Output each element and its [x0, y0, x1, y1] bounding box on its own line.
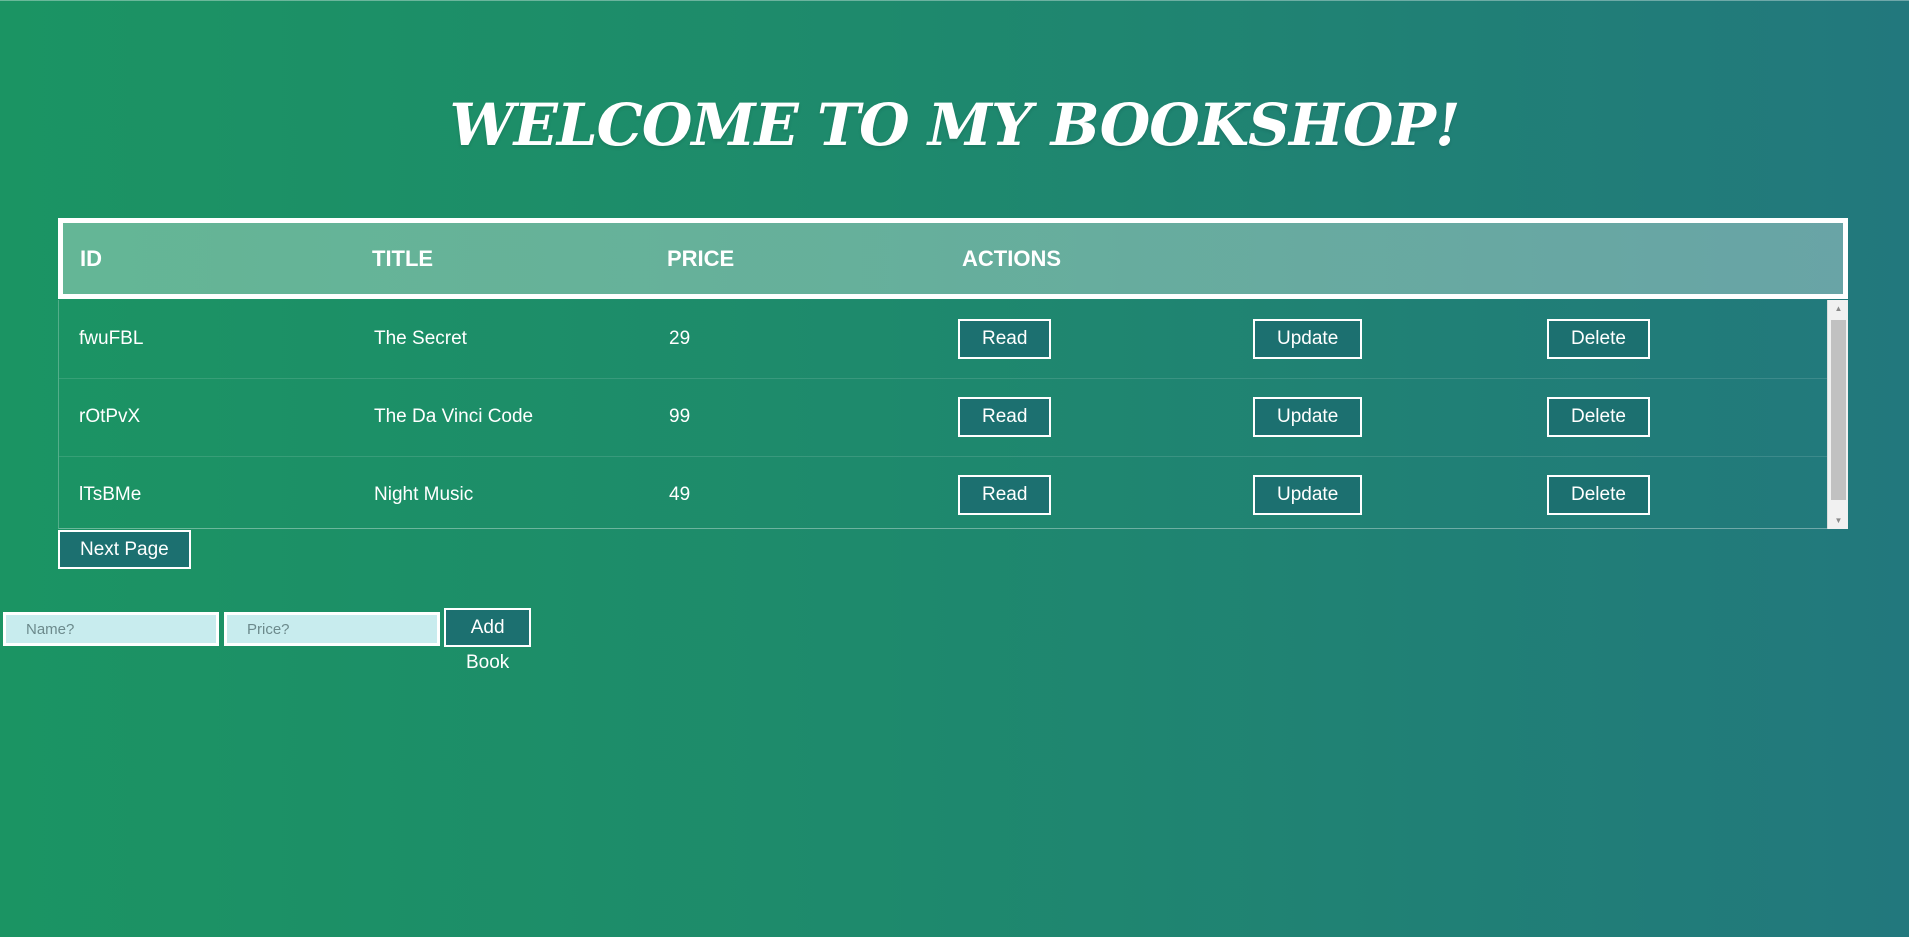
delete-cell: Delete: [1533, 397, 1827, 437]
read-button[interactable]: Read: [958, 397, 1052, 437]
page-title: WELCOME TO MY BOOKSHOP!: [449, 91, 1461, 159]
table-row: lTsBMe Night Music 49 Read Update Delete: [59, 456, 1827, 528]
cell-id: fwuFBL: [79, 328, 144, 349]
column-header-id: ID: [80, 245, 102, 271]
cell-title: The Da Vinci Code: [374, 406, 534, 427]
read-cell: Read: [944, 397, 1239, 437]
price-input[interactable]: [224, 612, 440, 646]
table-header: ID TITLE PRICE ACTIONS: [58, 218, 1848, 299]
cell-price: 99: [669, 406, 691, 427]
read-cell: Read: [944, 319, 1239, 359]
delete-button[interactable]: Delete: [1547, 319, 1650, 359]
update-cell: Update: [1239, 319, 1533, 359]
delete-button[interactable]: Delete: [1547, 397, 1650, 437]
column-header-actions: ACTIONS: [962, 245, 1061, 271]
books-table: ID TITLE PRICE ACTIONS fwuFBL The Secret…: [58, 218, 1848, 529]
cell-title: Night Music: [374, 484, 474, 505]
update-cell: Update: [1239, 397, 1533, 437]
table-row: fwuFBL The Secret 29 Read Update Delete: [59, 300, 1827, 379]
delete-cell: Delete: [1533, 475, 1827, 515]
column-header-title: TITLE: [372, 245, 434, 271]
delete-cell: Delete: [1533, 319, 1827, 359]
cell-title: The Secret: [374, 328, 467, 349]
update-button[interactable]: Update: [1253, 397, 1363, 437]
cell-id: rOtPvX: [79, 406, 141, 427]
read-button[interactable]: Read: [958, 475, 1052, 515]
arrow-down-icon[interactable]: ▼: [1828, 512, 1849, 529]
read-button[interactable]: Read: [958, 319, 1052, 359]
table-row: rOtPvX The Da Vinci Code 99 Read Update …: [59, 378, 1827, 457]
update-button[interactable]: Update: [1253, 319, 1363, 359]
table-scrollbar[interactable]: ▲ ▼: [1827, 300, 1848, 529]
next-page-button[interactable]: Next Page: [58, 530, 191, 569]
update-button[interactable]: Update: [1253, 475, 1363, 515]
name-input[interactable]: [3, 612, 219, 646]
scroll-thumb[interactable]: [1831, 320, 1846, 500]
table-body[interactable]: fwuFBL The Secret 29 Read Update Delete …: [58, 300, 1848, 529]
cell-price: 29: [669, 328, 691, 349]
cell-id: lTsBMe: [79, 484, 142, 505]
arrow-up-icon[interactable]: ▲: [1828, 300, 1849, 317]
add-book-button[interactable]: Add Book: [444, 608, 532, 673]
read-cell: Read: [944, 475, 1239, 515]
update-cell: Update: [1239, 475, 1533, 515]
top-border: [0, 0, 1909, 1]
delete-button[interactable]: Delete: [1547, 475, 1650, 515]
column-header-price: PRICE: [667, 245, 735, 271]
cell-price: 49: [669, 484, 691, 505]
